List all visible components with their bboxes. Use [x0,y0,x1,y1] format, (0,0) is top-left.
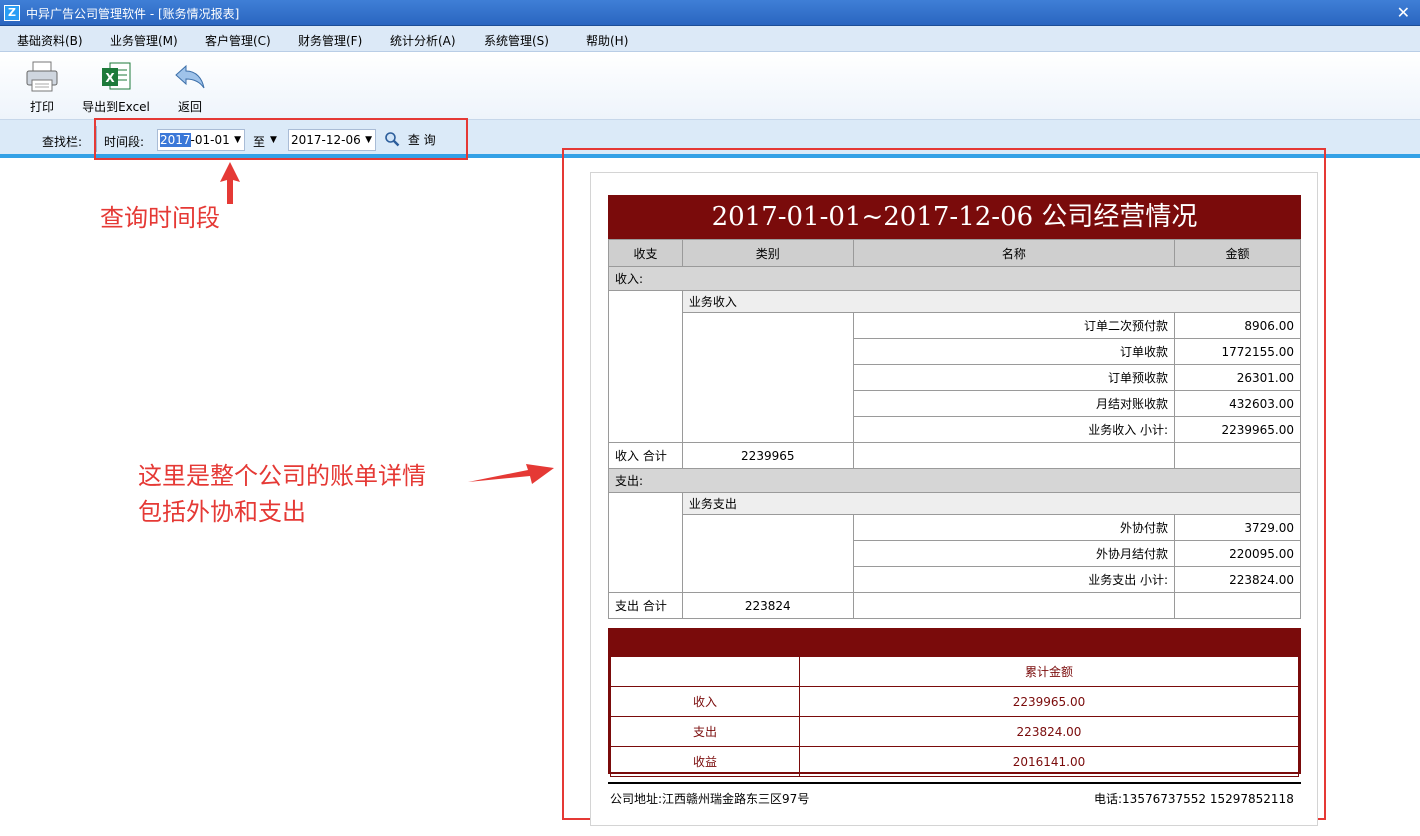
toolbar: 打印 X 导出到Excel 返回 [0,52,1420,120]
close-icon[interactable]: ✕ [1397,3,1410,22]
up-arrow-annotation [220,162,240,204]
summary-header-row: 累计金额 [610,656,1299,687]
income-section-label: 收入: [608,266,1301,291]
income-section-row: 收入: [608,266,1301,291]
expense-section-row: 支出: [608,468,1301,493]
item-amount: 220095.00 [1174,540,1301,567]
subtotal-amount: 2239965.00 [1174,416,1301,443]
summary-label: 收入 [610,686,800,717]
item-amount: 432603.00 [1174,390,1301,417]
item-name: 订单二次预付款 [852,312,1176,339]
column-header: 名称 [852,239,1176,267]
print-label: 打印 [29,100,54,114]
back-label: 返回 [177,100,202,114]
back-arrow-icon [175,64,205,89]
table-row: 外协付款 3729.00 [609,514,1301,593]
back-button[interactable]: 返回 [150,60,230,115]
column-header: 类别 [681,239,854,267]
menu-bar: 基础资料(B) 业务管理(M) 客户管理(C) 财务管理(F) 统计分析(A) … [0,26,1420,52]
summary-label: 收益 [610,746,800,777]
summary-label: 支出 [610,716,800,747]
empty-cell [681,312,854,443]
menu-help[interactable]: 帮助(H) [586,32,628,49]
annotation-detail-line1: 这里是整个公司的账单详情 [138,462,426,490]
svg-text:X: X [105,71,115,85]
empty-cell [681,514,854,593]
summary-row: 支出 223824.00 [610,716,1299,747]
summary-band [610,630,1299,656]
report-detail-table: 收支 类别 名称 金额 收入: 业务收入 订单二次预付款 8906.00 订单收… [608,239,1302,619]
company-address: 公司地址:江西赣州瑞金路东三区97号 [610,792,810,806]
menu-customer[interactable]: 客户管理(C) [205,32,271,49]
empty-cell [610,656,800,687]
subtotal-label: 业务收入 小计: [852,416,1176,443]
print-button[interactable]: 打印 [2,60,82,115]
excel-icon: X [102,62,131,90]
table-row: 订单二次预付款 8906.00 [609,312,1301,443]
export-excel-button[interactable]: X 导出到Excel [76,60,156,115]
total-amount: 2239965 [681,442,854,469]
summary-row: 收入 2239965.00 [610,686,1299,717]
query-highlight-box [94,118,468,160]
summary-grid: 累计金额 收入 2239965.00 支出 223824.00 收益 20161… [610,656,1299,777]
summary-table: 累计金额 收入 2239965.00 支出 223824.00 收益 20161… [608,628,1301,777]
item-name: 月结对账收款 [852,390,1176,417]
item-amount: 8906.00 [1174,312,1301,339]
empty-cell [1174,442,1301,469]
export-label: 导出到Excel [82,100,150,114]
summary-row: 收益 2016141.00 [610,746,1299,777]
table-header-row: 收支 类别 名称 金额 [608,239,1301,267]
empty-cell [608,492,683,593]
expense-total-row: 支出 合计 223824 [608,592,1301,619]
menu-system[interactable]: 系统管理(S) [484,32,549,49]
summary-value: 2016141.00 [799,746,1299,777]
item-name: 订单预收款 [852,364,1176,391]
subtotal-amount: 223824.00 [1174,566,1301,593]
income-category-label: 业务收入 [681,290,1302,313]
app-icon: Z [4,5,20,21]
report-title: 2017-01-01~2017-12-06 公司经营情况 [608,195,1301,239]
company-phone: 电话:13576737552 15297852118 [1094,792,1294,806]
column-header: 金额 [1174,239,1301,267]
empty-cell [608,290,683,443]
income-category-row: 业务收入 [608,290,1302,443]
expense-category-row: 业务支出 [608,492,1302,593]
menu-statistics[interactable]: 统计分析(A) [390,32,456,49]
query-bar-label: 查找栏: [42,135,83,149]
window-title: 中异广告公司管理软件 - [账务情况报表] [26,7,240,21]
item-name: 外协月结付款 [852,540,1176,567]
empty-cell [852,442,1176,469]
printer-icon [26,61,58,92]
item-amount: 3729.00 [1174,514,1301,541]
right-arrow-annotation [468,464,554,484]
annotation-period: 查询时间段 [100,204,220,232]
item-name: 外协付款 [852,514,1176,541]
menu-basic-data[interactable]: 基础资料(B) [17,32,83,49]
income-total-row: 收入 合计 2239965 [608,442,1301,469]
expense-category-label: 业务支出 [681,492,1302,515]
summary-value: 2239965.00 [799,686,1299,717]
empty-cell [1174,592,1301,619]
empty-cell [852,592,1176,619]
subtotal-label: 业务支出 小计: [852,566,1176,593]
summary-value: 223824.00 [799,716,1299,747]
summary-header: 累计金额 [799,656,1299,687]
item-name: 订单收款 [852,338,1176,365]
annotation-detail-line2: 包括外协和支出 [138,498,306,526]
item-amount: 26301.00 [1174,364,1301,391]
menu-business[interactable]: 业务管理(M) [110,32,178,49]
window-titlebar: Z 中异广告公司管理软件 - [账务情况报表] ✕ [0,0,1420,26]
menu-finance[interactable]: 财务管理(F) [298,32,362,49]
total-amount: 223824 [681,592,854,619]
column-header: 收支 [608,239,683,267]
footer-divider [608,782,1301,784]
total-label: 支出 合计 [608,592,683,619]
item-amount: 1772155.00 [1174,338,1301,365]
expense-section-label: 支出: [608,468,1301,493]
total-label: 收入 合计 [608,442,683,469]
